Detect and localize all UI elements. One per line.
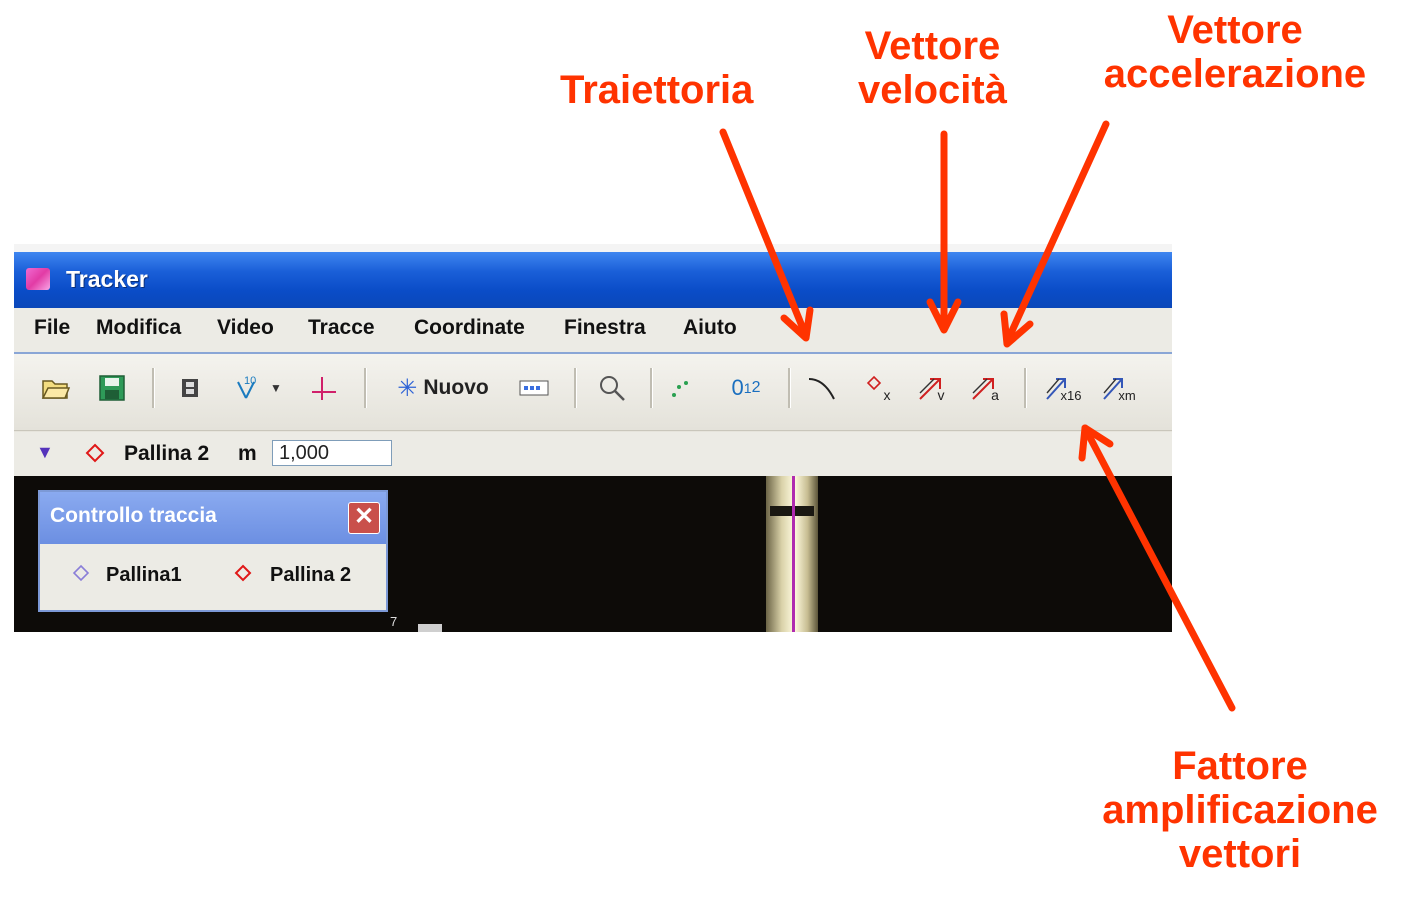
mass-label: m — [238, 442, 257, 465]
annotation-traiettoria: Traiettoria — [560, 68, 753, 112]
toolbar-separator — [788, 368, 791, 408]
magnifier-icon — [600, 376, 625, 401]
menu-video[interactable]: Video — [217, 316, 274, 340]
annotation-vettore-velocita-line2: velocità — [858, 68, 1007, 112]
menu-finestra[interactable]: Finestra — [564, 316, 646, 340]
vector-scale-sub: x16 — [1060, 387, 1082, 403]
velocity-vector-button[interactable]: v — [910, 370, 950, 406]
menu-tracce[interactable]: Tracce — [308, 316, 375, 340]
diamond-icon — [234, 564, 252, 582]
annotation-fattore-amplificazione: Fattore amplificazione vettori — [1084, 744, 1396, 876]
video-marker — [418, 624, 442, 632]
tracker-window: Tracker File Modifica Video Tracce Coord… — [14, 244, 1172, 632]
annotation-vettore-velocita-line1: Vettore — [864, 24, 1001, 68]
track-diamond-icon — [85, 443, 105, 463]
menu-bar: File Modifica Video Tracce Coordinate Fi… — [14, 308, 1172, 354]
position-sub: x — [883, 387, 891, 403]
toolbar: 10 ▼ ✳ Nuovo 0 1 2 x v a x16 xm — [14, 354, 1172, 431]
calibration-tools-button[interactable]: 10 ▼ — [226, 370, 288, 406]
annotation-vettore-accelerazione-line1: Vettore — [1167, 8, 1303, 52]
menu-file[interactable]: File — [34, 316, 70, 340]
track-control-panel: Controllo traccia ✕ Pallina1 Pallina 2 — [38, 490, 388, 612]
track-control-title: Controllo traccia — [50, 504, 217, 527]
diamond-icon — [72, 564, 90, 582]
toolbar-separator — [152, 368, 155, 408]
data-table-button[interactable] — [514, 370, 554, 406]
annotation-fattore-line3: vettori — [1178, 832, 1302, 876]
new-track-label: Nuovo — [423, 376, 489, 399]
trajectory-button[interactable] — [802, 370, 842, 406]
annotation-traiettoria-text: Traiettoria — [560, 68, 754, 112]
menu-coordinate[interactable]: Coordinate — [414, 316, 525, 340]
table-icon — [519, 380, 549, 396]
annotation-vettore-accelerazione-line2: accelerazione — [1103, 52, 1367, 96]
counter-label: 0 — [731, 375, 744, 400]
window-title: Tracker — [66, 266, 148, 292]
axes-button[interactable] — [304, 370, 344, 406]
trajectory-curve-icon — [808, 378, 835, 400]
video-axis-label: 7 — [390, 614, 398, 629]
track-item-pallina2[interactable]: Pallina 2 — [270, 564, 351, 587]
track-item-pallina1-marker — [70, 562, 92, 589]
annotation-fattore-line1: Fattore — [1172, 744, 1308, 788]
toolbar-separator — [1024, 368, 1027, 408]
asterisk-icon: ✳ — [397, 374, 418, 402]
chevron-down-icon: ▼ — [270, 381, 282, 395]
calibration-label: 10 — [244, 375, 256, 387]
track-name[interactable]: Pallina 2 — [124, 442, 209, 466]
annotation-vettore-velocita: Vettore velocità — [858, 24, 1007, 112]
coordinate-axes-icon — [312, 377, 336, 400]
zoom-button[interactable] — [592, 370, 632, 406]
track-item-pallina2-marker — [232, 562, 254, 589]
track-dropdown-triangle-icon[interactable]: ▼ — [36, 442, 54, 463]
menu-modifica[interactable]: Modifica — [96, 316, 181, 340]
annotation-fattore-line2: amplificazione — [1102, 788, 1378, 832]
vector-mass-sub: xm — [1118, 387, 1136, 403]
vector-mass-button[interactable]: xm — [1096, 370, 1140, 406]
track-item-pallina1[interactable]: Pallina1 — [106, 564, 182, 587]
video-clip-button[interactable] — [172, 370, 208, 406]
track-control-title-bar[interactable]: Controllo traccia ✕ — [40, 492, 386, 544]
counter-sub: 2 — [751, 379, 761, 396]
open-button[interactable] — [38, 370, 74, 406]
toolbar-separator — [574, 368, 577, 408]
acceleration-sub: a — [991, 387, 999, 403]
open-folder-icon — [41, 380, 71, 399]
scatter-points-icon — [672, 381, 688, 397]
new-track-button[interactable]: ✳ Nuovo — [384, 370, 502, 406]
vector-scale-button[interactable]: x16 — [1040, 370, 1084, 406]
frame-counter-button[interactable]: 012 — [716, 370, 776, 406]
video-axis-line — [792, 476, 795, 632]
close-icon[interactable]: ✕ — [348, 502, 380, 534]
velocity-sub: v — [937, 387, 945, 403]
floppy-disk-icon — [99, 375, 125, 401]
toolbar-separator — [650, 368, 653, 408]
counter-sup: 1 — [743, 380, 752, 396]
track-bar: ▼ Pallina 2 m — [14, 432, 1172, 476]
acceleration-vector-button[interactable]: a — [964, 370, 1004, 406]
points-button[interactable] — [664, 370, 700, 406]
menu-aiuto[interactable]: Aiuto — [683, 316, 737, 340]
position-button[interactable]: x — [856, 370, 896, 406]
mass-input[interactable] — [272, 440, 392, 466]
tracker-app-icon — [26, 268, 50, 290]
track-control-list: Pallina1 Pallina 2 — [40, 544, 386, 610]
film-strip-icon — [182, 379, 198, 397]
title-bar[interactable]: Tracker — [14, 252, 1172, 308]
annotation-vettore-accelerazione: Vettore accelerazione — [1070, 8, 1400, 96]
toolbar-separator — [364, 368, 367, 408]
calibration-tape-icon: 10 — [237, 375, 256, 399]
save-button[interactable] — [94, 370, 130, 406]
